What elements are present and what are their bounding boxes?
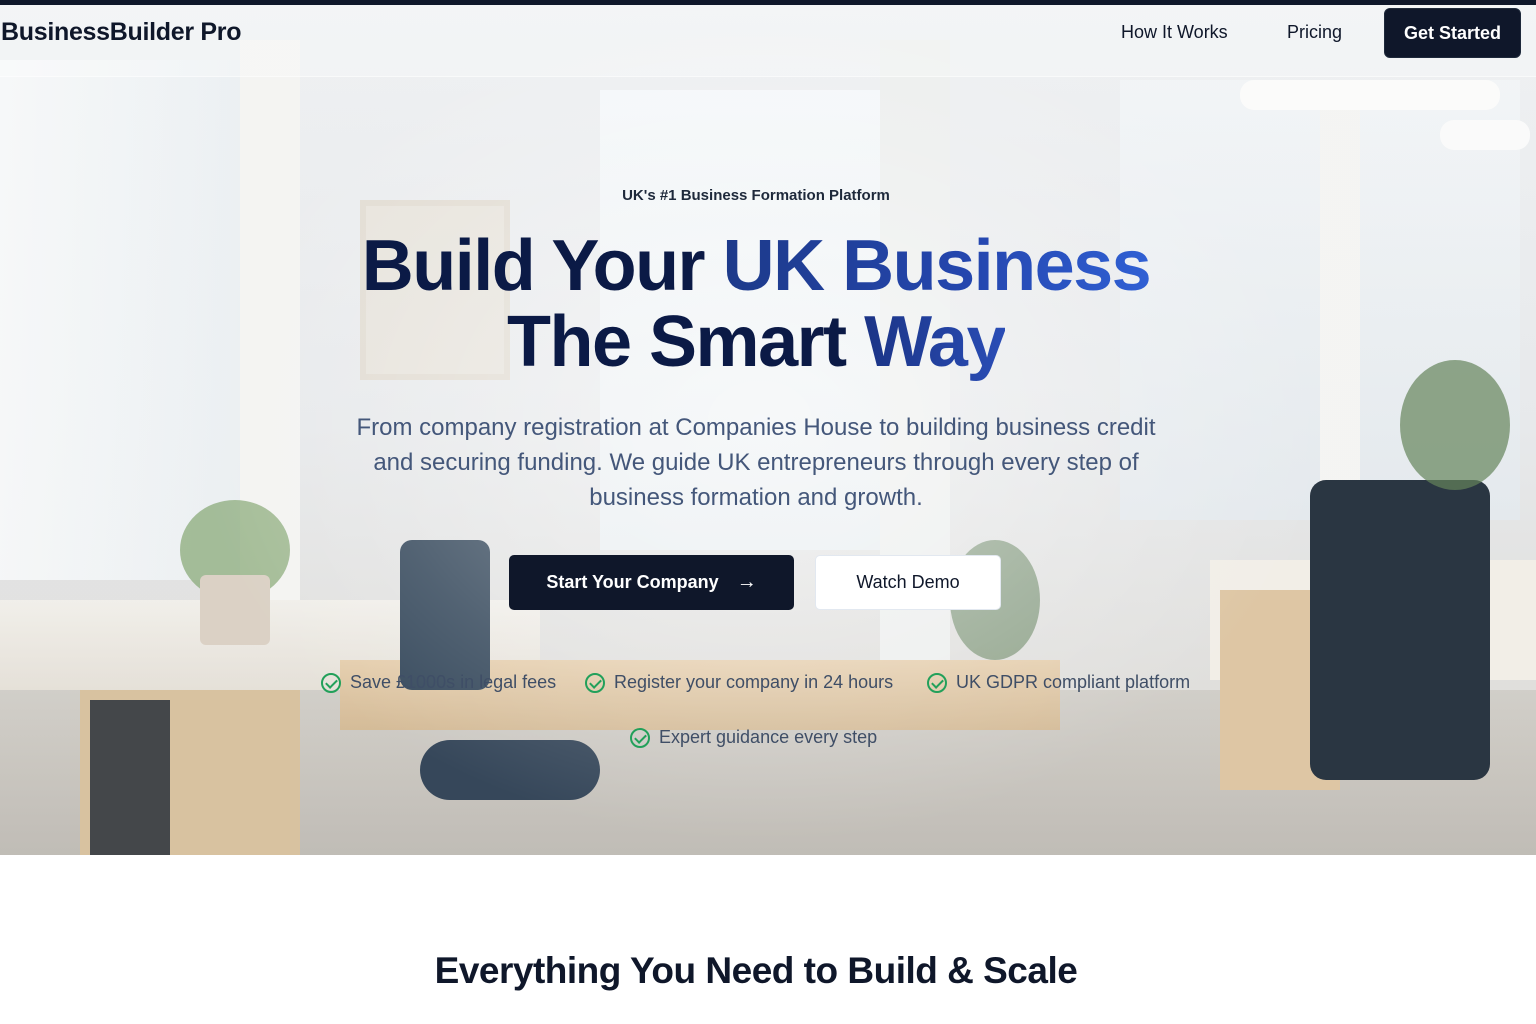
- headline-line2-accent: Way: [864, 302, 1006, 382]
- headline-line1-part1: Build Your: [361, 226, 723, 306]
- nav-link-how-it-works[interactable]: How It Works: [1121, 22, 1228, 43]
- nav-link-pricing[interactable]: Pricing: [1287, 22, 1342, 43]
- hero-subtext: From company registration at Companies H…: [356, 414, 1156, 511]
- feature-label: Save £1000s in legal fees: [350, 672, 557, 692]
- hero-headline: Build Your UK Business The Smart Way: [0, 228, 1512, 380]
- headline-line2-part1: The Smart: [507, 302, 865, 382]
- navbar: BusinessBuilder Pro How It Works Pricing…: [0, 5, 1536, 77]
- feature-item: Register your company in 24 hours: [585, 672, 893, 693]
- check-circle-icon: [630, 727, 650, 748]
- start-your-company-button[interactable]: Start Your Company →: [509, 555, 794, 610]
- feature-label: UK GDPR compliant platform: [956, 672, 1191, 692]
- feature-item: Save £1000s in legal fees: [321, 672, 556, 693]
- get-started-button[interactable]: Get Started: [1384, 8, 1521, 58]
- feature-item: UK GDPR compliant platform: [927, 672, 1190, 693]
- start-your-company-label: Start Your Company: [546, 572, 719, 592]
- arrow-right-icon: →: [736, 571, 757, 593]
- check-circle-icon: [927, 672, 947, 693]
- hero-section: BusinessBuilder Pro How It Works Pricing…: [0, 0, 1536, 855]
- feature-item: Expert guidance every step: [630, 727, 877, 748]
- hero-eyebrow: UK's #1 Business Formation Platform: [622, 187, 890, 204]
- check-circle-icon: [585, 672, 605, 693]
- section-title: Everything You Need to Build & Scale: [434, 950, 1078, 991]
- feature-label: Register your company in 24 hours: [614, 672, 894, 692]
- headline-line1-accent: UK Business: [722, 226, 1152, 306]
- brand-logo[interactable]: BusinessBuilder Pro: [1, 18, 242, 47]
- check-circle-icon: [321, 672, 341, 693]
- watch-demo-button[interactable]: Watch Demo: [815, 555, 1001, 610]
- feature-label: Expert guidance every step: [659, 727, 878, 747]
